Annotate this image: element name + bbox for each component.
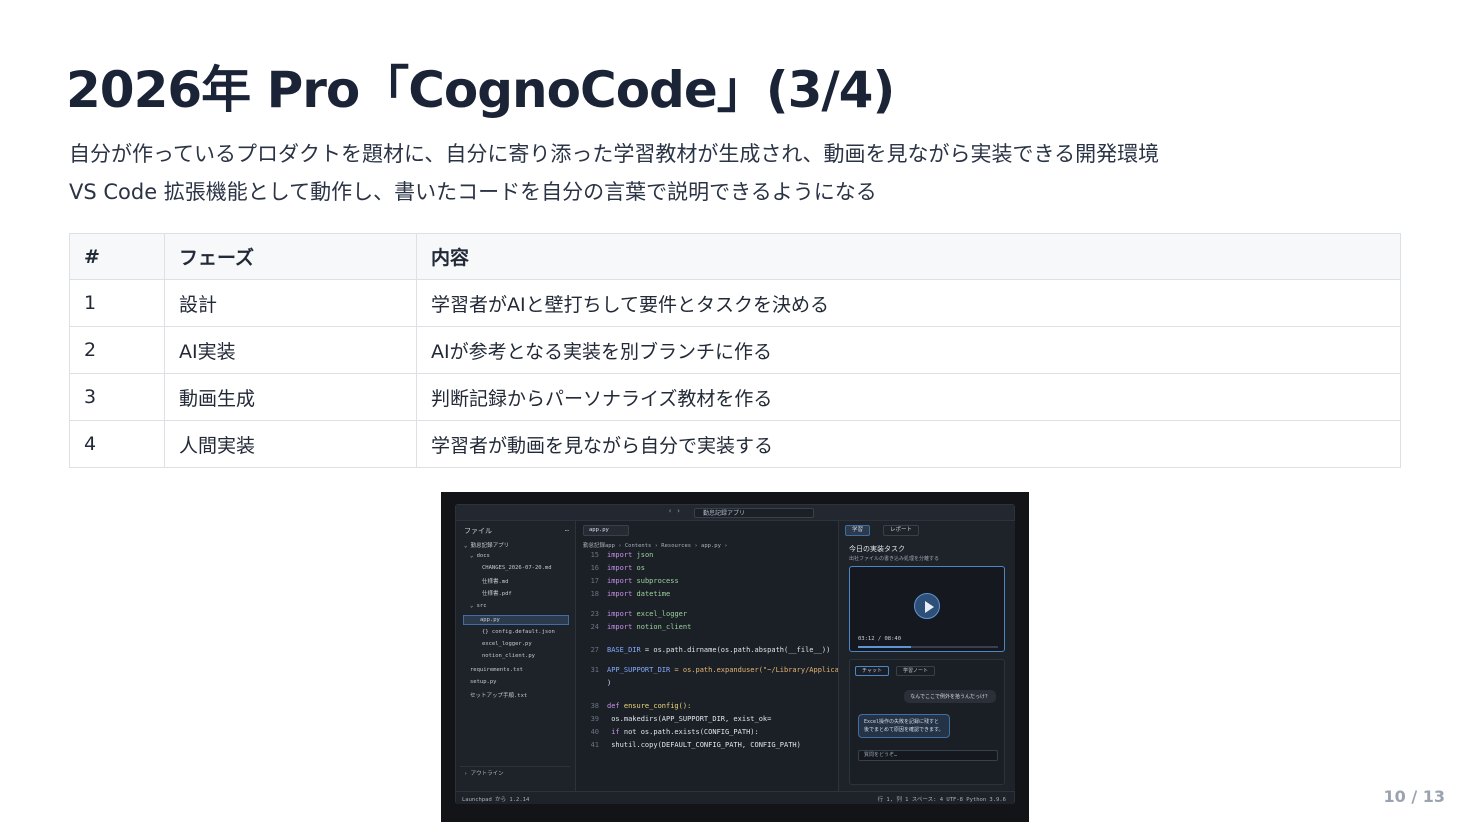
code-line: 23 import excel_logger <box>590 610 688 618</box>
code-line: 24 import notion_client <box>590 623 692 631</box>
code-line: 31 APP_SUPPORT_DIR = os.path.expanduser("… <box>590 666 839 674</box>
status-left: Launchpad から 1.2.14 <box>462 797 530 803</box>
table-row: 3 動画生成 判断記録からパーソナライズ教材を作る <box>69 373 1401 421</box>
video-progress-fill <box>858 646 912 648</box>
tree-file[interactable]: セットアップ手順.txt <box>470 691 527 699</box>
user-message: なんでここで例外を拾うんだっけ？ <box>904 690 996 703</box>
video-time: 03:12 / 08:40 <box>858 636 902 642</box>
tree-folder-root[interactable]: ⌄ 勤怠記録アプリ <box>464 541 509 549</box>
nav-arrows-icon[interactable]: ‹ › <box>668 507 681 515</box>
code-line: 41 shutil.copy(DEFAULT_CONFIG_PATH, CONF… <box>590 741 801 749</box>
status-right: 行 1, 列 1 スペース: 4 UTF-8 Python 3.9.6 <box>877 797 1006 803</box>
code-line: 27 BASE_DIR = os.path.dirname(os.path.abs… <box>590 646 831 654</box>
cell-phase: AI実装 <box>164 326 417 374</box>
subtitle-line-2: VS Code 拡張機能として動作し、書いたコードを自分の言葉で説明できるように… <box>69 180 877 204</box>
code-line: 17 import subprocess <box>590 577 679 585</box>
tree-file[interactable]: notion_client.py <box>482 653 535 659</box>
cell-content: 判断記録からパーソナライズ教材を作る <box>416 373 1401 421</box>
cell-number: 3 <box>69 373 165 421</box>
header-phase: フェーズ <box>164 233 417 280</box>
ai-message: Excel操作の失敗を記録に残すと 後でまとめて原因を確認できます。 <box>858 714 950 738</box>
cell-phase: 動画生成 <box>164 373 417 421</box>
code-line: 15 import json <box>590 551 654 559</box>
subtitle-line-1: 自分が作っているプロダクトを題材に、自分に寄り添った学習教材が生成され、動画を見… <box>69 142 1160 166</box>
code-editor[interactable]: app.py 勤怠記録app › Contents › Resources › … <box>577 521 839 791</box>
code-line: 16 import os <box>590 564 645 572</box>
more-icon[interactable]: … <box>565 525 569 533</box>
table-header-row: # フェーズ 内容 <box>69 233 1401 280</box>
tab-learning[interactable]: 学習 <box>845 525 871 536</box>
code-line: 39 os.makedirs(APP_SUPPORT_DIR, exist_ok… <box>590 715 772 723</box>
tab-notes[interactable]: 学習ノート <box>896 666 936 676</box>
tree-file[interactable]: requirements.txt <box>470 667 523 673</box>
tree-folder-src[interactable]: ⌄ src <box>470 603 487 609</box>
phase-table: # フェーズ 内容 1 設計 学習者がAIと壁打ちして要件とタスクを決める 2 … <box>69 233 1401 468</box>
cell-content: AIが参考となる実装を別ブランチに作る <box>416 326 1401 374</box>
page-title: 2026年 Pro「CognoCode」(3/4) <box>66 61 895 119</box>
code-line: 38 def ensure_config(): <box>590 702 692 710</box>
cell-number: 4 <box>69 420 165 468</box>
cell-content: 学習者が動画を見ながら自分で実装する <box>416 420 1401 468</box>
header-content: 内容 <box>416 233 1401 280</box>
ide-titlebar: ‹ › 勤怠記録アプリ <box>456 505 1014 521</box>
cell-number: 1 <box>69 279 165 327</box>
tree-file[interactable]: setup.py <box>470 679 497 685</box>
tree-folder-docs[interactable]: ⌄ docs <box>470 553 490 559</box>
video-progress-bar[interactable] <box>858 646 998 648</box>
tab-chat[interactable]: チャット <box>855 666 889 676</box>
tab-report[interactable]: レポート <box>883 525 920 536</box>
editor-tab-app-py[interactable]: app.py <box>583 525 629 536</box>
tree-file[interactable]: excel_logger.py <box>482 641 532 647</box>
task-title: 今日の実装タスク <box>849 545 905 553</box>
editor-breadcrumb: 勤怠記録app › Contents › Resources › app.py … <box>583 543 728 549</box>
cell-phase: 人間実装 <box>164 420 417 468</box>
slide: 2026年 Pro「CognoCode」(3/4) 自分が作っているプロダクトを… <box>0 0 1470 828</box>
tree-file[interactable]: 仕様書.md <box>482 577 508 585</box>
table-row: 1 設計 学習者がAIと壁打ちして要件とタスクを決める <box>69 279 1401 327</box>
chat-box: チャット 学習ノート なんでここで例外を拾うんだっけ？ Excel操作の失敗を記… <box>849 659 1005 785</box>
tree-file-selected[interactable]: app.py <box>463 615 569 625</box>
page-number: 10 / 13 <box>1383 787 1445 806</box>
tree-file[interactable]: CHANGES_2026-07-20.md <box>482 565 552 571</box>
divider <box>460 766 570 767</box>
lesson-video[interactable]: 03:12 / 08:40 <box>849 566 1005 652</box>
tree-file[interactable]: {} config.default.json <box>482 629 555 635</box>
file-explorer: ファイル … ⌄ 勤怠記録アプリ ⌄ docs CHANGES_2026-07-… <box>456 521 576 791</box>
cell-phase: 設計 <box>164 279 417 327</box>
play-icon[interactable] <box>914 593 940 619</box>
table-row: 4 人間実装 学習者が動画を見ながら自分で実装する <box>69 420 1401 468</box>
learning-panel: 学習 レポート 今日の実装タスク 出社ファイルの書き込み処理を分離する 03:1… <box>838 521 1015 791</box>
tree-file[interactable]: 仕様書.pdf <box>482 589 512 597</box>
chat-input[interactable]: 質問をどうぞ… <box>858 750 998 761</box>
header-number: # <box>69 233 165 280</box>
cell-number: 2 <box>69 326 165 374</box>
ai-message-line: 後でまとめて原因を確認できます。 <box>864 727 944 733</box>
ide-screenshot: ‹ › 勤怠記録アプリ ファイル … ⌄ 勤怠記録アプリ ⌄ docs CHAN… <box>441 492 1029 822</box>
cell-content: 学習者がAIと壁打ちして要件とタスクを決める <box>416 279 1401 327</box>
code-line: 18 import datetime <box>590 590 671 598</box>
code-line: ) <box>607 679 612 687</box>
table-row: 2 AI実装 AIが参考となる実装を別ブランチに作る <box>69 326 1401 374</box>
status-bar: Launchpad から 1.2.14 行 1, 列 1 スペース: 4 UTF… <box>456 791 1014 804</box>
ide-window: ‹ › 勤怠記録アプリ ファイル … ⌄ 勤怠記録アプリ ⌄ docs CHAN… <box>455 504 1015 804</box>
task-description: 出社ファイルの書き込み処理を分離する <box>849 556 940 562</box>
ide-search-box[interactable]: 勤怠記録アプリ <box>694 508 814 518</box>
explorer-header: ファイル <box>464 527 492 535</box>
outline-section[interactable]: › アウトライン <box>464 769 504 777</box>
ai-message-line: Excel操作の失敗を記録に残すと <box>864 719 940 725</box>
code-line: 40 if not os.path.exists(CONFIG_PATH): <box>590 728 759 736</box>
